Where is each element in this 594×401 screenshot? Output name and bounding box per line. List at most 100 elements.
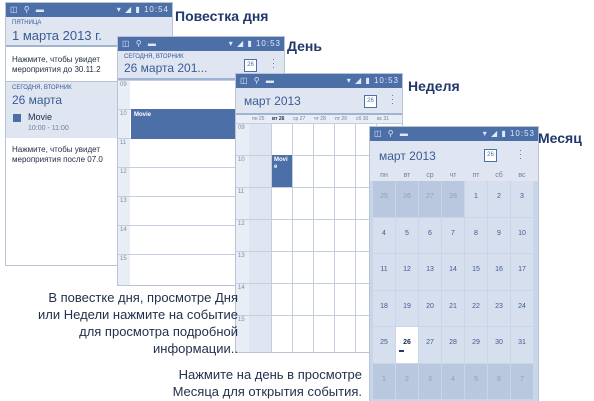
- month-day-cell[interactable]: 16: [488, 254, 510, 290]
- month-day-cell[interactable]: 26: [396, 327, 418, 363]
- month-day-number: 4: [451, 375, 455, 383]
- month-day-cell[interactable]: 21: [442, 290, 464, 326]
- month-day-number: 2: [405, 375, 409, 383]
- month-grid: 25 26 27 28 1 2 3 4 5 6 7 8 9 10 11 12 13 14 15 16 17 18 19 20 2…: [370, 181, 538, 401]
- status-bar: ◫ ⚲ ▬ ▾ ◢ ▮ 10:53: [236, 74, 402, 88]
- month-day-cell[interactable]: 5: [396, 217, 418, 253]
- month-day-cell[interactable]: 1: [465, 181, 487, 217]
- hour-label: 13: [238, 253, 245, 259]
- today-calendar-icon[interactable]: 26: [364, 95, 377, 108]
- month-day-cell[interactable]: 1: [373, 363, 395, 399]
- month-day-cell[interactable]: 26: [396, 181, 418, 217]
- month-day-number: 1: [382, 375, 386, 383]
- overflow-menu-icon[interactable]: · · ·: [272, 55, 275, 72]
- month-day-cell[interactable]: 12: [396, 254, 418, 290]
- month-day-number: 17: [518, 266, 526, 273]
- event-title: Movie: [274, 157, 288, 170]
- month-day-number: 8: [474, 229, 478, 237]
- month-day-number: 6: [497, 375, 501, 383]
- month-day-number: 30: [495, 339, 503, 346]
- week-event-block[interactable]: Movie: [272, 155, 292, 187]
- month-day-cell[interactable]: 22: [465, 290, 487, 326]
- month-day-number: 23: [495, 302, 503, 310]
- month-day-number: 1: [474, 193, 478, 200]
- month-day-cell[interactable]: 8: [465, 217, 487, 253]
- month-day-number: 12: [403, 266, 411, 273]
- status-time: ▾ ◢ ▮ 10:53: [482, 129, 535, 138]
- notification-icons: ◫ ⚲ ▬: [374, 129, 410, 138]
- today-calendar-icon[interactable]: 26: [244, 59, 257, 72]
- month-day-number: 15: [472, 266, 480, 273]
- month-day-number: 19: [403, 302, 411, 310]
- month-day-cell[interactable]: 14: [442, 254, 464, 290]
- month-day-cell[interactable]: 20: [419, 290, 441, 326]
- month-header[interactable]: март 2013 26 · · ·: [370, 141, 538, 171]
- month-day-number: 27: [426, 339, 434, 346]
- event-title: Movie: [134, 112, 152, 118]
- month-day-number: 4: [382, 229, 386, 237]
- month-day-cell[interactable]: 10: [511, 217, 533, 253]
- label-agenda: Повестка дня: [175, 8, 269, 24]
- month-day-cell[interactable]: 17: [511, 254, 533, 290]
- month-day-cell[interactable]: 2: [488, 181, 510, 217]
- month-day-cell[interactable]: 9: [488, 217, 510, 253]
- month-day-number: 9: [497, 229, 501, 237]
- label-month: Месяц: [538, 130, 582, 146]
- header-month[interactable]: март 2013: [379, 149, 436, 163]
- month-day-number: 5: [474, 375, 478, 383]
- month-day-number: 28: [449, 193, 457, 200]
- month-day-cell[interactable]: 7: [442, 217, 464, 253]
- month-day-cell[interactable]: 30: [488, 327, 510, 363]
- month-day-cell[interactable]: 11: [373, 254, 395, 290]
- month-day-number: 29: [472, 339, 480, 346]
- month-day-cell[interactable]: 25: [373, 181, 395, 217]
- month-day-cell[interactable]: 4: [442, 363, 464, 399]
- month-day-cell[interactable]: 7: [511, 363, 533, 399]
- month-view-screenshot: ◫ ⚲ ▬ ▾ ◢ ▮ 10:53 март 2013 26 · · · пн вт…: [370, 127, 538, 401]
- month-day-number: 16: [495, 266, 503, 273]
- month-day-number: 7: [520, 375, 524, 383]
- status-bar: ◫ ⚲ ▬ ▾ ◢ ▮ 10:53: [118, 37, 284, 51]
- header-month[interactable]: март 2013: [244, 94, 301, 108]
- month-day-number: 5: [405, 229, 409, 237]
- month-day-cell[interactable]: 6: [419, 217, 441, 253]
- today-calendar-icon[interactable]: 26: [484, 149, 497, 162]
- today-column: [249, 123, 271, 352]
- month-day-number: 25: [380, 339, 388, 346]
- month-day-cell[interactable]: 24: [511, 290, 533, 326]
- month-day-number: 28: [449, 339, 457, 346]
- month-day-cell[interactable]: 15: [465, 254, 487, 290]
- month-day-cell[interactable]: 3: [511, 181, 533, 217]
- hour-label: 11: [238, 189, 245, 195]
- month-day-cell[interactable]: 28: [442, 327, 464, 363]
- month-day-cell[interactable]: 4: [373, 217, 395, 253]
- week-header[interactable]: март 2013 26 · · ·: [236, 88, 402, 115]
- month-day-number: 25: [380, 193, 388, 200]
- month-day-cell[interactable]: 2: [396, 363, 418, 399]
- month-day-cell[interactable]: 23: [488, 290, 510, 326]
- month-day-number: 31: [518, 339, 526, 346]
- status-time: ▾ ◢ ▮ 10:54: [116, 5, 169, 14]
- month-day-cell[interactable]: 27: [419, 327, 441, 363]
- hint-earlier-events[interactable]: Нажмите, чтобы увидет мероприятия до 30.…: [12, 55, 101, 75]
- overflow-menu-icon[interactable]: · · ·: [391, 91, 394, 108]
- month-day-cell[interactable]: 13: [419, 254, 441, 290]
- month-day-cell[interactable]: 27: [419, 181, 441, 217]
- hour-label: 10: [238, 157, 245, 163]
- header-date: 1 марта 2013 г.: [12, 28, 102, 43]
- overflow-menu-icon[interactable]: · · ·: [519, 146, 522, 163]
- month-day-cell[interactable]: 29: [465, 327, 487, 363]
- hint-later-events[interactable]: Нажмите, чтобы увидет мероприятия после …: [12, 145, 103, 165]
- month-day-cell[interactable]: 18: [373, 290, 395, 326]
- month-day-cell[interactable]: 28: [442, 181, 464, 217]
- month-day-cell[interactable]: 6: [488, 363, 510, 399]
- month-day-number: 2: [497, 193, 501, 200]
- month-day-cell[interactable]: 3: [419, 363, 441, 399]
- status-time: ▾ ◢ ▮ 10:53: [228, 39, 281, 48]
- month-day-cell[interactable]: 5: [465, 363, 487, 399]
- month-day-cell[interactable]: 25: [373, 327, 395, 363]
- month-day-cell[interactable]: 31: [511, 327, 533, 363]
- month-day-number: 22: [472, 302, 480, 310]
- month-day-cell[interactable]: 19: [396, 290, 418, 326]
- month-day-number: 13: [426, 266, 434, 273]
